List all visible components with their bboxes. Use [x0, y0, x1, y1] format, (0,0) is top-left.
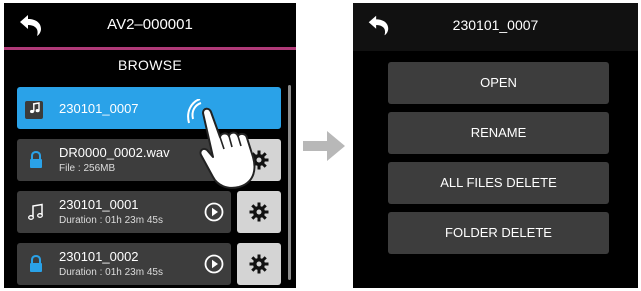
transition-arrow-icon [303, 131, 345, 161]
header-bar: AV2–000001 [4, 3, 296, 47]
settings-button[interactable] [237, 243, 281, 285]
list-item-name: 230101_0001 [59, 197, 139, 212]
open-button[interactable]: OPEN [388, 62, 609, 104]
all-files-delete-button[interactable]: ALL FILES DELETE [388, 162, 609, 204]
play-icon[interactable] [204, 202, 224, 222]
page-title: 230101_0007 [452, 17, 539, 33]
list-item-detail: File : 256MB [59, 163, 116, 174]
browse-label: BROWSE [117, 57, 183, 73]
file-menu-screen: 230101_0007 OPEN RENAME ALL FILES DELETE… [353, 3, 638, 288]
folder-delete-button[interactable]: FOLDER DELETE [388, 212, 609, 254]
list-item[interactable]: 230101_0002 Duration : 01h 23m 45s [17, 243, 231, 285]
browse-screen: AV2–000001 BROWSE 230101_0007 DR0000_000… [4, 3, 296, 288]
header-bar: 230101_0007 [353, 3, 638, 51]
lock-icon [30, 151, 42, 168]
tap-hand-icon [187, 99, 256, 189]
rename-button[interactable]: RENAME [388, 112, 609, 154]
gear-icon [249, 254, 269, 274]
gear-icon [249, 202, 269, 222]
settings-button[interactable] [237, 191, 281, 233]
page-title: AV2–000001 [107, 16, 193, 33]
list-item-name: 230101_0007 [59, 101, 139, 116]
list-item-name: DR0000_0002.wav [59, 145, 170, 160]
header-divider [4, 47, 296, 50]
scrollbar[interactable] [288, 85, 291, 280]
music-note-icon [25, 101, 43, 119]
list-item-detail: Duration : 01h 23m 45s [59, 215, 163, 226]
music-note-icon [28, 203, 43, 220]
list-item[interactable]: 230101_0001 Duration : 01h 23m 45s [17, 191, 231, 233]
list-item-name: 230101_0002 [59, 249, 139, 264]
lock-icon [30, 255, 42, 272]
list-item-detail: Duration : 01h 23m 45s [59, 267, 163, 278]
play-icon[interactable] [204, 254, 224, 274]
